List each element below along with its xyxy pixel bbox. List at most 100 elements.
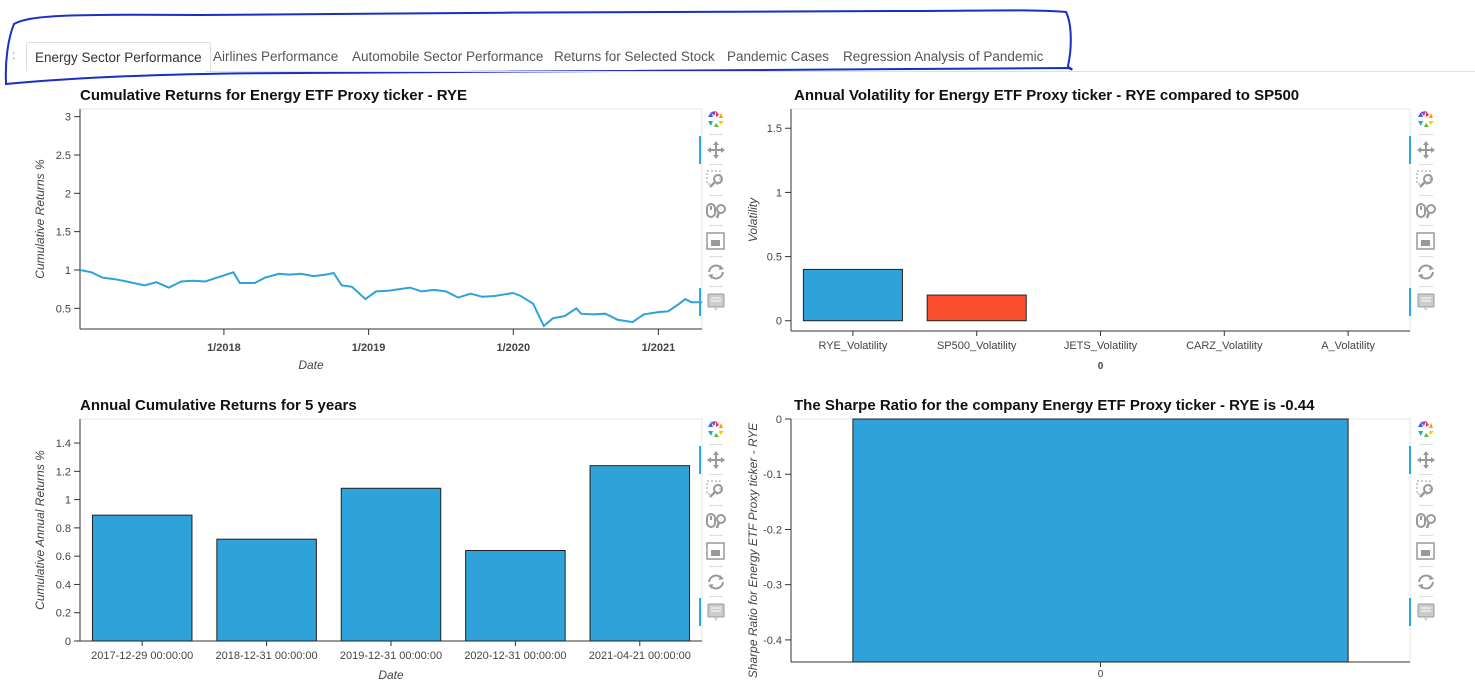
x-tick-label: 2018-12-31 00:00:00 [216,650,318,662]
tab-divider [205,71,1475,72]
x-tick-label: 0 [1098,669,1104,680]
box-zoom-icon [1416,480,1433,498]
y-tick-label: 2 [65,188,71,200]
active-tool-indicator [1409,598,1411,626]
tab-pandemic-cases[interactable]: Pandemic Cases [719,42,837,71]
y-tick-label: 2.5 [56,150,71,162]
sharpe-ratio-chart[interactable]: 0 -0.1 -0.2 -0.3 -0.4Sharpe Ratio for Energy… [740,394,1475,681]
save-tool[interactable] [1413,228,1439,254]
x-tick-label: 2021-04-21 00:00:00 [589,650,691,662]
wheel-zoom-tool[interactable] [703,508,729,534]
toolbar-separator [709,133,723,135]
y-tick-label: 1 [776,187,782,199]
x-tick-label: 1/2021 [642,342,676,354]
toolbar-separator [1419,225,1433,226]
save-tool[interactable] [703,228,729,254]
box-zoom-tool[interactable] [703,167,729,193]
x-axis-label: 0 [1098,361,1104,372]
toolbar-separator [709,474,723,475]
bokeh-logo-tool[interactable] [703,106,729,132]
bar [340,487,442,642]
hover-icon [707,603,725,621]
y-tick-label: 0.5 [767,252,782,264]
save-tool[interactable] [703,538,729,564]
box-zoom-tool[interactable] [703,477,729,503]
tab-regression-analysis[interactable]: Regression Analysis of Pandemic [835,42,1051,71]
wheel-zoom-tool[interactable] [1413,508,1439,534]
x-tick-label: 1/2019 [352,342,386,354]
toolbar-separator [1419,286,1433,287]
toolbar-separator [709,286,723,287]
wheel-zoom-icon [1416,202,1436,218]
toolbar-separator [1419,565,1433,567]
active-tool-indicator [699,135,701,164]
wheel-zoom-tool[interactable] [703,198,729,224]
y-tick-label: 0.4 [56,579,71,591]
sharpe-ratio-panel: The Sharpe Ratio for the company Energy … [740,394,1475,681]
tab-airlines[interactable]: Airlines Performance [205,42,346,71]
hover-tool[interactable] [1413,289,1439,315]
y-tick-label: 0 [65,636,71,648]
save-icon [1416,232,1435,250]
cumulative-returns-chart[interactable]: 0.5 1 1.5 2 2.5 3 Cumulative Returns % 1/2018 1/… [0,84,740,384]
active-tool-indicator [1409,288,1411,316]
pan-tool[interactable] [1413,137,1439,163]
box-zoom-tool[interactable] [1413,167,1439,193]
y-tick-label: 1.5 [767,123,782,135]
box-zoom-icon [1416,170,1433,188]
tab-bar: : Energy Sector Performance Airlines Per… [0,38,1475,72]
wheel-zoom-icon [1416,512,1436,528]
annual-volatility-chart[interactable]: 0 0.5 1 1.5 Volatility RYE_Volatility SP500_Vo… [740,84,1475,384]
toolbar-separator [709,225,723,226]
x-tick-label: 2020-12-31 00:00:00 [464,650,566,662]
pan-tool[interactable] [703,137,729,163]
x-tick-label: RYE_Volatility [818,340,887,352]
hover-tool[interactable] [703,599,729,625]
bokeh-logo-icon [1418,111,1434,127]
wheel-zoom-icon [706,512,726,528]
save-icon [706,232,725,250]
hover-icon [1417,293,1435,311]
x-axis-label: Date [378,668,404,681]
reset-tool[interactable] [703,259,729,285]
toolbar-separator [1419,596,1433,597]
reset-tool[interactable] [1413,569,1439,595]
reset-icon [1418,264,1434,279]
y-tick-label: 1 [65,495,71,507]
tab-returns-selected-stock[interactable]: Returns for Selected Stock [546,42,723,71]
toolbar-separator [709,255,723,257]
y-tick-label: 0.5 [56,303,71,315]
reset-tool[interactable] [703,569,729,595]
hover-icon [707,293,725,311]
tab-automobile-sector[interactable]: Automobile Sector Performance [344,42,551,71]
bokeh-logo-icon [1418,421,1434,437]
bokeh-logo-tool[interactable] [1413,416,1439,442]
pan-icon [1417,450,1435,469]
wheel-zoom-tool[interactable] [1413,198,1439,224]
tab-energy-sector[interactable]: Energy Sector Performance [26,42,211,71]
pan-tool[interactable] [1413,447,1439,473]
reset-tool[interactable] [1413,259,1439,285]
annual-cumulative-returns-chart[interactable]: 0 0.2 0.4 0.6 0.8 1 1.2 1.4 Cumulative Annual Re… [0,394,740,681]
bar [91,514,193,642]
annual-volatility-panel: Annual Volatility for Energy ETF Proxy t… [740,84,1475,384]
y-tick-label: 1 [65,265,71,277]
toolbar-separator [709,535,723,536]
bar [852,418,1349,663]
box-zoom-tool[interactable] [1413,477,1439,503]
pan-tool[interactable] [703,447,729,473]
save-icon [706,542,725,560]
tab-handle[interactable]: : [12,48,15,62]
hover-tool[interactable] [703,289,729,315]
bokeh-logo-tool[interactable] [1413,106,1439,132]
save-tool[interactable] [1413,538,1439,564]
bokeh-logo-tool[interactable] [703,416,729,442]
toolbar-separator [709,596,723,597]
y-tick-label: 0.2 [56,608,71,620]
box-zoom-icon [706,480,723,498]
hover-tool[interactable] [1413,599,1439,625]
annual-cumulative-returns-panel: Annual Cumulative Returns for 5 years 00… [0,394,740,681]
active-tool-indicator [1409,445,1411,474]
toolbar-separator [1419,255,1433,257]
bar [802,268,903,322]
